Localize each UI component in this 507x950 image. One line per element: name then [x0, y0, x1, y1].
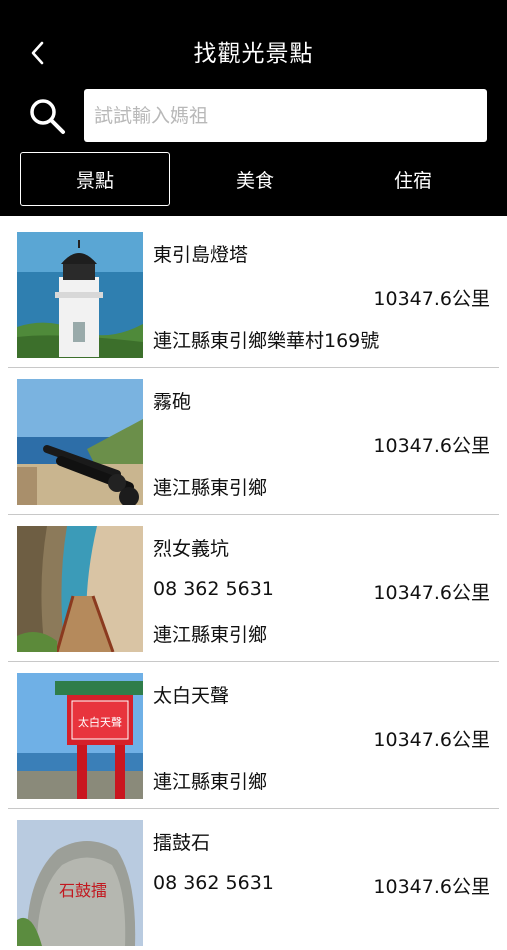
app-header: 找觀光景點 景點 美食 住宿 [0, 0, 507, 216]
item-name: 烈女義坑 [153, 538, 230, 560]
list-item[interactable]: 霧砲 10347.6公里 連江縣東引鄉 [0, 363, 507, 509]
tab-attractions[interactable]: 景點 [20, 152, 170, 206]
item-phone[interactable]: 08 362 5631 [153, 578, 274, 600]
item-distance: 10347.6公里 [373, 876, 490, 898]
rock-thumbnail: 石鼓擂 [17, 820, 143, 946]
sign-text: 太白天聲 [78, 715, 122, 729]
item-distance: 10347.6公里 [373, 729, 490, 751]
list-item[interactable]: 東引島燈塔 10347.6公里 連江縣東引鄉樂華村169號 [0, 216, 507, 362]
item-address: 連江縣東引鄉 [153, 624, 268, 646]
list-item[interactable]: 石鼓擂 擂鼓石 08 362 5631 10347.6公里 [0, 804, 507, 950]
item-name: 東引島燈塔 [153, 244, 249, 266]
list-item[interactable]: 太白天聲 太白天聲 10347.6公里 連江縣東引鄉 [0, 657, 507, 803]
item-name: 太白天聲 [153, 685, 230, 707]
rock-text: 石鼓擂 [59, 881, 107, 900]
search-input[interactable] [84, 89, 487, 142]
cliff-stairs-thumbnail [17, 526, 143, 652]
sign-thumbnail: 太白天聲 [17, 673, 143, 799]
item-phone[interactable]: 08 362 5631 [153, 872, 274, 894]
item-name: 霧砲 [153, 391, 192, 413]
page-title: 找觀光景點 [193, 41, 314, 67]
item-distance: 10347.6公里 [373, 435, 490, 457]
tab-lodging[interactable]: 住宿 [338, 152, 488, 206]
item-address: 連江縣東引鄉 [153, 771, 268, 793]
item-name: 擂鼓石 [153, 832, 211, 854]
search-icon[interactable] [28, 97, 68, 137]
lighthouse-thumbnail [17, 232, 143, 358]
category-tabs: 景點 美食 住宿 [20, 152, 490, 206]
item-distance: 10347.6公里 [373, 582, 490, 604]
cannon-thumbnail [17, 379, 143, 505]
item-distance: 10347.6公里 [373, 288, 490, 310]
tab-food[interactable]: 美食 [180, 152, 330, 206]
item-address: 連江縣東引鄉 [153, 477, 268, 499]
list-item[interactable]: 烈女義坑 08 362 5631 10347.6公里 連江縣東引鄉 [0, 510, 507, 656]
item-address: 連江縣東引鄉樂華村169號 [153, 330, 380, 352]
